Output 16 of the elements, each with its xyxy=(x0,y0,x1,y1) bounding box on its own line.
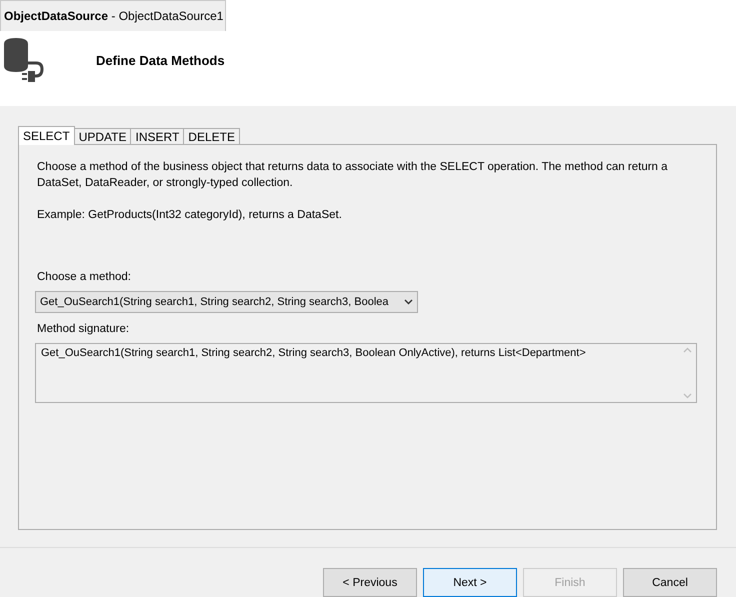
scroll-down-icon[interactable] xyxy=(683,393,692,399)
wizard-button[interactable]: < Previous xyxy=(323,568,417,597)
method-label: Choose a method: xyxy=(37,271,132,283)
wizard-button[interactable]: Next > xyxy=(423,568,517,597)
signature-label: Method signature: xyxy=(37,323,130,335)
document-tab[interactable]: ObjectDataSource - ObjectDataSource1 xyxy=(0,0,226,32)
tab[interactable]: DELETE xyxy=(183,128,240,145)
method-dropdown[interactable]: Get_OuSearch1(String search1, String search2, String search3, Boolea xyxy=(35,291,418,313)
tab[interactable]: SELECT xyxy=(18,126,75,145)
description-text: Choose a method of the business object that returns data to associate with the SELECT operation. The method can return a DataSet, DataReader, or strongly-typed collection. xyxy=(37,160,669,191)
example-text: Example: GetProducts(Int32 categoryId), returns a DataSet. xyxy=(37,208,343,223)
scroll-up-icon[interactable] xyxy=(683,347,692,353)
page-title: Define Data Methods xyxy=(96,53,225,68)
wizard-button[interactable]: Cancel xyxy=(623,568,717,597)
signature-field[interactable]: Get_OuSearch1(String search1, String search2, String search3, Boolean OnlyActive), returns List<Department> xyxy=(35,343,697,403)
chevron-down-icon xyxy=(404,299,413,305)
